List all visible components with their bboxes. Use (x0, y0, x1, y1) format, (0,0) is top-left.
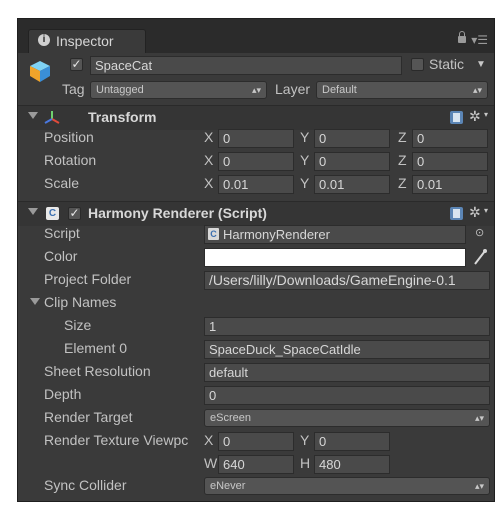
position-z-axis: Z (398, 129, 407, 145)
inspector-window: i Inspector ▾☰ ✓ SpaceCat Static ▼ Tag U… (17, 18, 495, 502)
rotation-x-field[interactable]: 0 (218, 152, 294, 171)
script-value: HarmonyRenderer (223, 227, 330, 242)
rt-w-axis: W (204, 455, 218, 471)
script-field[interactable]: C HarmonyRenderer (204, 225, 466, 244)
dropdown-arrow-icon: ▴▾ (251, 85, 261, 95)
project-folder-label: Project Folder (44, 271, 132, 287)
scale-x-field[interactable]: 0.01 (218, 175, 294, 194)
scale-y-field[interactable]: 0.01 (314, 175, 390, 194)
render-target-dropdown[interactable]: eScreen ▴▾ (204, 409, 490, 427)
collapse-arrow-icon[interactable] (28, 208, 38, 215)
transform-icon (44, 110, 60, 129)
rotation-y-axis: Y (300, 152, 310, 168)
dropdown-arrow-icon: ▴▾ (474, 413, 484, 423)
depth-field[interactable]: 0 (204, 386, 490, 405)
object-picker-icon[interactable]: ⊙ (475, 226, 484, 239)
rotation-z-axis: Z (398, 152, 407, 168)
size-field[interactable]: 1 (204, 317, 490, 336)
script-file-icon: C (208, 228, 219, 240)
gear-dropdown-icon[interactable]: ▾ (484, 110, 488, 119)
rotation-z-field[interactable]: 0 (412, 152, 488, 171)
clip-names-expand-icon[interactable] (30, 298, 40, 305)
color-swatch[interactable] (204, 248, 466, 267)
static-checkbox[interactable] (411, 58, 424, 71)
tab-bar: i Inspector ▾☰ (18, 19, 494, 53)
rotation-label: Rotation (44, 152, 97, 168)
render-target-label: Render Target (44, 409, 133, 425)
static-label: Static (429, 56, 465, 72)
tab-inspector[interactable]: i Inspector (28, 29, 146, 53)
gear-icon[interactable]: ✲ (469, 204, 481, 221)
transform-header[interactable]: Transform ✲ ▾ (18, 105, 494, 130)
script-label: Script (44, 225, 80, 241)
position-y-axis: Y (300, 129, 310, 145)
eyedropper-icon[interactable] (472, 248, 488, 269)
rotation-x-axis: X (204, 152, 214, 168)
color-label: Color (44, 248, 78, 264)
lock-icon[interactable] (458, 31, 466, 43)
layer-dropdown[interactable]: Default ▴▾ (316, 81, 488, 99)
sync-collider-label: Sync Collider (44, 477, 127, 493)
rt-w-field[interactable]: 640 (218, 455, 294, 474)
size-label: Size (64, 317, 92, 333)
position-x-axis: X (204, 129, 214, 145)
position-y-field[interactable]: 0 (314, 129, 390, 148)
scale-z-axis: Z (398, 175, 407, 191)
menu-icon[interactable]: ▾☰ (471, 33, 488, 47)
transform-title: Transform (88, 109, 157, 125)
rt-y-axis: Y (300, 432, 310, 448)
info-icon: i (38, 34, 50, 46)
project-folder-field[interactable]: /Users/lilly/Downloads/GameEngine-0.1 (204, 271, 490, 290)
tag-value: Untagged (96, 84, 144, 96)
layer-value: Default (322, 84, 357, 96)
gear-icon[interactable]: ✲ (469, 108, 481, 125)
scale-label: Scale (44, 175, 80, 191)
tag-dropdown[interactable]: Untagged ▴▾ (90, 81, 267, 99)
sheet-resolution-label: Sheet Resolution (44, 363, 151, 379)
static-dropdown-arrow-icon[interactable]: ▼ (476, 59, 486, 70)
dropdown-arrow-icon: ▴▾ (474, 481, 484, 491)
rt-x-axis: X (204, 432, 214, 448)
rt-h-field[interactable]: 480 (314, 455, 390, 474)
layer-label: Layer (275, 81, 311, 97)
rt-y-field[interactable]: 0 (314, 432, 390, 451)
position-z-field[interactable]: 0 (412, 129, 488, 148)
harmony-renderer-title: Harmony Renderer (Script) (88, 205, 267, 221)
render-texture-label: Render Texture Viewpc (44, 432, 189, 448)
scale-y-axis: Y (300, 175, 310, 191)
position-label: Position (44, 129, 94, 145)
sheet-resolution-field[interactable]: default (204, 363, 490, 382)
object-name-field[interactable]: SpaceCat (90, 56, 402, 75)
harmony-renderer-header[interactable]: C ✓ Harmony Renderer (Script) ✲ ▾ (18, 201, 494, 226)
rt-x-field[interactable]: 0 (218, 432, 294, 451)
element0-label: Element 0 (64, 340, 128, 356)
active-checkbox[interactable]: ✓ (70, 58, 83, 71)
render-target-value: eScreen (210, 412, 251, 424)
help-book-icon[interactable] (450, 111, 463, 124)
rt-h-axis: H (300, 455, 311, 471)
script-component-icon: C (46, 207, 59, 220)
element0-field[interactable]: SpaceDuck_SpaceCatIdle (204, 340, 490, 359)
scale-x-axis: X (204, 175, 214, 191)
tag-label: Tag (62, 81, 85, 97)
gear-dropdown-icon[interactable]: ▾ (484, 206, 488, 215)
position-x-field[interactable]: 0 (218, 129, 294, 148)
rotation-y-field[interactable]: 0 (314, 152, 390, 171)
dropdown-arrow-icon: ▴▾ (472, 85, 482, 95)
depth-label: Depth (44, 386, 82, 402)
help-book-icon[interactable] (450, 207, 463, 220)
sync-collider-value: eNever (210, 480, 246, 492)
tab-label: Inspector (56, 33, 114, 49)
sync-collider-dropdown[interactable]: eNever ▴▾ (204, 477, 490, 495)
component-enabled-checkbox[interactable]: ✓ (68, 207, 81, 220)
clip-names-label: Clip Names (44, 294, 117, 310)
scale-z-field[interactable]: 0.01 (412, 175, 488, 194)
object-icon (28, 59, 52, 83)
collapse-arrow-icon[interactable] (28, 112, 38, 119)
